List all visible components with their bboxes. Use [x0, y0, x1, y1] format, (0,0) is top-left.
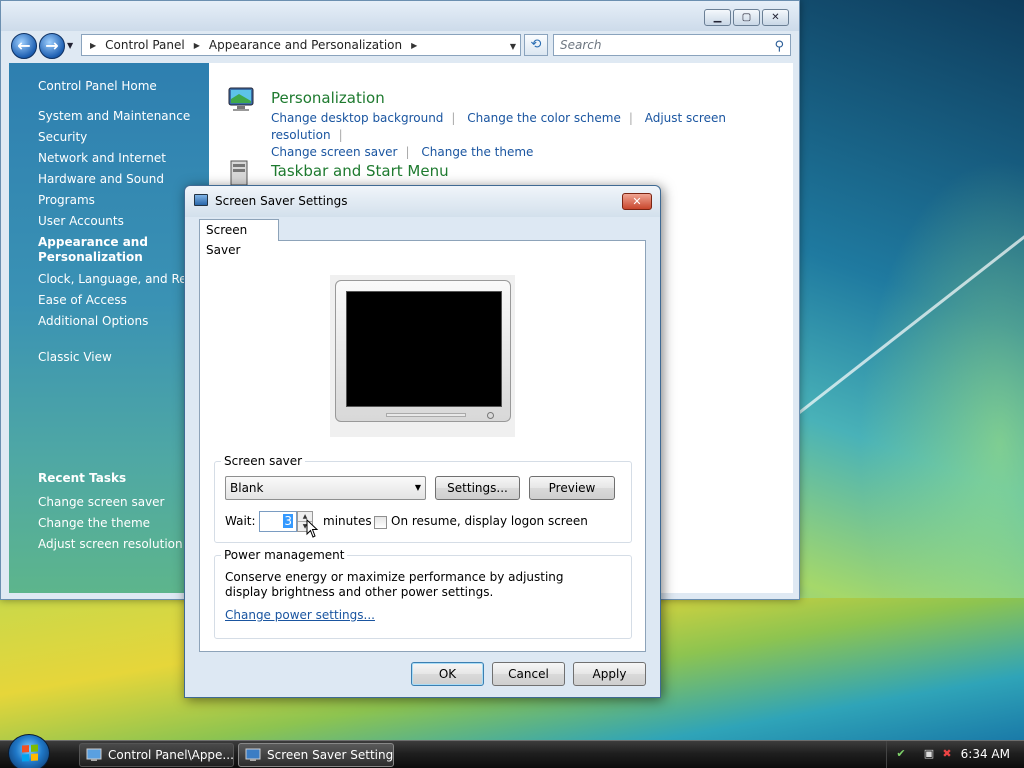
- screen-saver-icon: [245, 748, 261, 761]
- control-panel-icon: [86, 748, 102, 761]
- navigation-bar: ← → ▼ ▶ Control Panel ▶ Appearance and P…: [1, 31, 801, 63]
- link-change-color-scheme[interactable]: Change the color scheme: [467, 111, 621, 125]
- monitor-bezel: [335, 280, 511, 422]
- dialog-titlebar[interactable]: Screen Saver Settings ✕: [185, 186, 660, 217]
- ok-button[interactable]: OK: [411, 662, 484, 686]
- breadcrumb-arrow-icon: ▶: [193, 40, 200, 50]
- category-title[interactable]: Personalization: [271, 89, 793, 107]
- search-icon[interactable]: ⚲: [774, 37, 784, 57]
- category-personalization: Personalization Change desktop backgroun…: [271, 89, 793, 161]
- chevron-down-icon: ▼: [414, 483, 421, 492]
- taskbar: Control Panel\Appe... Screen Saver Setti…: [0, 734, 1024, 768]
- personalization-icon: [227, 85, 257, 115]
- taskbar-item-screen-saver[interactable]: Screen Saver Settings: [238, 743, 394, 767]
- dialog-title: Screen Saver Settings: [215, 194, 348, 208]
- change-power-settings-link[interactable]: Change power settings...: [225, 608, 375, 622]
- breadcrumb-arrow-icon: ▶: [411, 40, 418, 50]
- address-history-chevron-down-icon[interactable]: ▼: [510, 42, 516, 51]
- back-button[interactable]: ←: [11, 33, 37, 59]
- breadcrumb-appearance[interactable]: Appearance and Personalization: [209, 38, 402, 52]
- monitor-chin: [386, 413, 466, 417]
- maximize-button[interactable]: ▢: [733, 9, 760, 26]
- resume-logon-label[interactable]: On resume, display logon screen: [391, 514, 588, 528]
- link-change-desktop-background[interactable]: Change desktop background: [271, 111, 443, 125]
- category-links: Change desktop background | Change the co…: [271, 111, 726, 159]
- selected-saver: Blank: [230, 481, 264, 495]
- taskbar-item-label: Control Panel\Appe...: [108, 748, 234, 762]
- apply-button[interactable]: Apply: [573, 662, 646, 686]
- preview-button[interactable]: Preview: [529, 476, 615, 500]
- link-change-screen-saver[interactable]: Change screen saver: [271, 145, 398, 159]
- monitor-icon: [194, 194, 208, 206]
- tab-screen-saver[interactable]: Screen Saver: [199, 219, 279, 257]
- address-bar[interactable]: ▶ Control Panel ▶ Appearance and Persona…: [81, 34, 521, 56]
- wait-minutes-input[interactable]: 3: [259, 511, 297, 532]
- windows-logo-icon: [22, 744, 38, 762]
- sidebar-item-hardware[interactable]: Hardware and Sound: [38, 172, 209, 186]
- refresh-icon[interactable]: ⟲: [524, 34, 548, 56]
- sidebar-item-system[interactable]: System and Maintenance: [38, 109, 209, 123]
- breadcrumb-control-panel[interactable]: Control Panel: [105, 38, 185, 52]
- taskbar-item-control-panel[interactable]: Control Panel\Appe...: [79, 743, 234, 767]
- forward-button[interactable]: →: [39, 33, 65, 59]
- mouse-pointer-icon: [306, 519, 319, 538]
- close-icon[interactable]: ✕: [622, 193, 652, 210]
- minutes-label: minutes: [323, 514, 372, 528]
- sidebar-item-network[interactable]: Network and Internet: [38, 151, 209, 165]
- sidebar-item-security[interactable]: Security: [38, 130, 209, 144]
- resume-logon-checkbox[interactable]: [374, 516, 387, 529]
- security-shield-icon[interactable]: ✔: [893, 747, 909, 761]
- power-led-icon: [487, 412, 494, 419]
- sidebar-item-home[interactable]: Control Panel Home: [38, 79, 209, 93]
- group-label: Screen saver: [221, 454, 306, 468]
- system-tray: ✔ ▣ ✖ 6:34 AM: [886, 741, 1024, 768]
- screen-saver-preview: [330, 275, 515, 437]
- clock[interactable]: 6:34 AM: [961, 741, 1010, 767]
- volume-muted-icon[interactable]: ✖: [939, 747, 955, 761]
- screen-saver-dialog: Screen Saver Settings ✕ Screen Saver Scr…: [184, 185, 661, 698]
- group-label: Power management: [221, 548, 348, 562]
- close-window-button[interactable]: ✕: [762, 9, 789, 26]
- window-titlebar[interactable]: ▁ ▢ ✕: [1, 1, 799, 31]
- search-placeholder: Search: [560, 38, 602, 52]
- breadcrumb-arrow-icon: ▶: [90, 40, 97, 50]
- screen-saver-group: Screen saver Blank ▼ Settings... Preview…: [214, 454, 632, 543]
- tab-panel: Screen saver Blank ▼ Settings... Preview…: [199, 240, 646, 652]
- minimize-button[interactable]: ▁: [704, 9, 731, 26]
- wait-value: 3: [283, 514, 293, 528]
- category-title[interactable]: Taskbar and Start Menu: [271, 162, 449, 180]
- sidebar: Control Panel Home System and Maintenanc…: [9, 63, 209, 593]
- cancel-button[interactable]: Cancel: [492, 662, 565, 686]
- link-change-theme[interactable]: Change the theme: [421, 145, 533, 159]
- start-button[interactable]: [8, 734, 50, 768]
- wait-label: Wait:: [225, 514, 256, 528]
- search-input[interactable]: Search ⚲: [553, 34, 791, 56]
- window-controls: ▁ ▢ ✕: [704, 9, 789, 26]
- power-description: Conserve energy or maximize performance …: [225, 570, 564, 599]
- recent-pages-chevron-down-icon[interactable]: ▼: [67, 41, 73, 50]
- power-management-group: Power management Conserve energy or maxi…: [214, 548, 632, 639]
- settings-button[interactable]: Settings...: [435, 476, 520, 500]
- network-icon[interactable]: ▣: [921, 747, 937, 761]
- sidebar-item-appearance[interactable]: Appearance and Personalization: [38, 235, 158, 265]
- taskbar-item-label: Screen Saver Settings: [267, 748, 394, 762]
- category-taskbar: Taskbar and Start Menu: [271, 162, 449, 183]
- preview-screen: [346, 291, 502, 407]
- screen-saver-select[interactable]: Blank ▼: [225, 476, 426, 500]
